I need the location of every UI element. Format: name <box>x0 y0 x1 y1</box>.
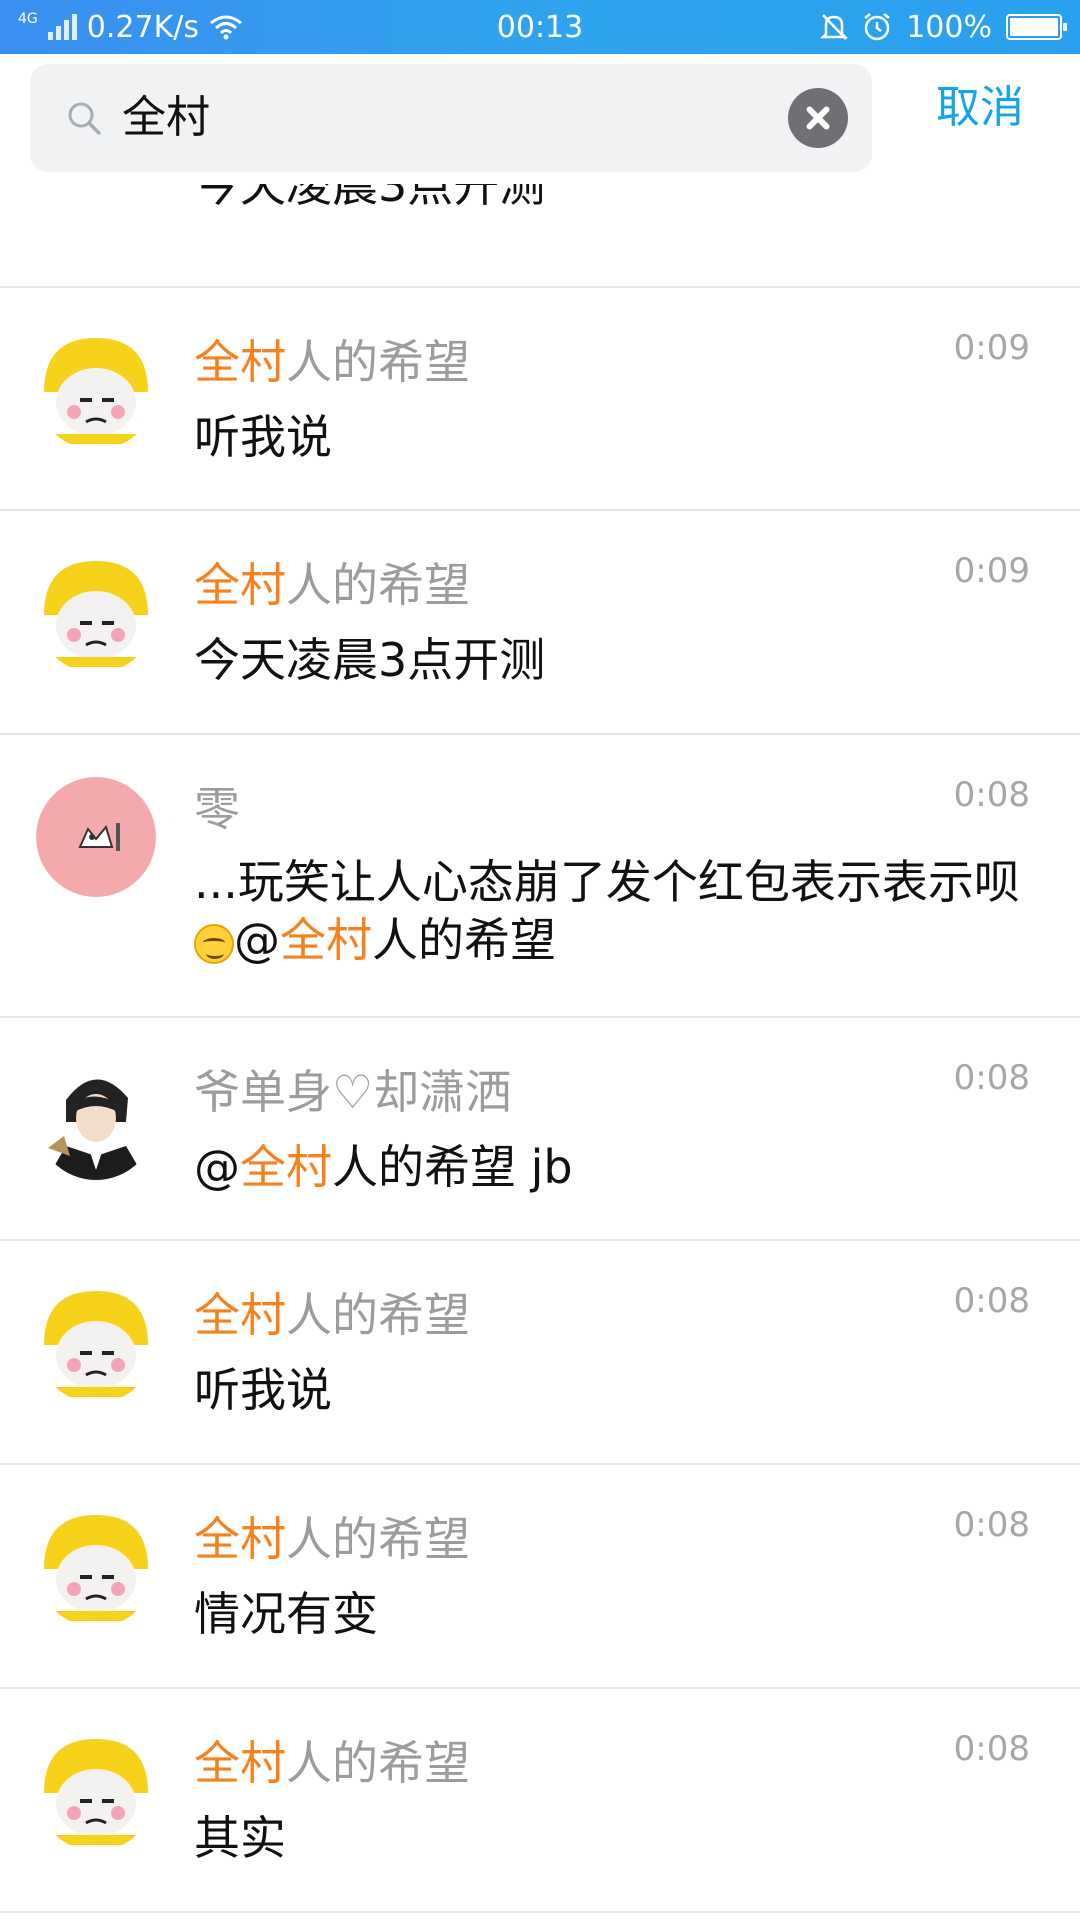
message-part: ...玩笑让人心态崩了发个红包表示表示呗 <box>194 855 1020 909</box>
helmet-meme-avatar <box>36 1507 156 1627</box>
alarm-icon <box>864 13 890 41</box>
message-text: 情况有变 <box>194 1587 378 1641</box>
message-highlight: 全村 <box>240 1140 332 1194</box>
contact-name: 爷单身♡却潇洒 <box>194 1065 512 1119</box>
battery-level <box>1010 18 1058 36</box>
message-text: 今天凌晨3点开测 <box>194 633 546 687</box>
result-row[interactable]: 全村人的希望 0:08 情况有变 <box>0 1465 1080 1689</box>
helmet-meme-avatar <box>36 553 156 673</box>
wifi-icon <box>210 15 242 40</box>
result-row[interactable]: 全村人的希望 0:09 今天凌晨3点开测 <box>0 511 1080 735</box>
result-row[interactable]: 零 0:08 ...玩笑让人心态崩了发个红包表示表示呗@全村人的希望 <box>0 735 1080 1018</box>
name-rest: 人的希望 <box>286 1512 470 1566</box>
network-type: 4G <box>18 11 38 27</box>
message-text: 听我说 <box>194 1363 332 1417</box>
message-time: 0:08 <box>953 1281 1030 1321</box>
name-rest: 人的希望 <box>286 335 470 389</box>
contact-name: 全村人的希望 <box>194 1503 470 1569</box>
clear-icon[interactable] <box>788 88 848 148</box>
battery-percent: 100% <box>906 9 992 45</box>
smirk-emoji-icon <box>194 924 234 964</box>
search-icon <box>68 102 101 135</box>
name-rest: 人的希望 <box>286 1736 470 1790</box>
message-rest: 人的希望 <box>372 913 556 967</box>
contact-name: 全村人的希望 <box>194 326 470 392</box>
status-right: 100% <box>642 9 1067 45</box>
name-highlight: 全村 <box>194 1736 286 1790</box>
name-highlight: 全村 <box>194 1512 286 1566</box>
helmet-meme-avatar <box>36 330 156 450</box>
search-header: 取消 <box>0 54 1080 184</box>
mute-bell-icon <box>820 14 849 40</box>
contact-name: 全村人的希望 <box>194 1279 470 1345</box>
message-highlight: 全村 <box>280 913 372 967</box>
cancel-button[interactable]: 取消 <box>936 78 1024 138</box>
name-highlight: 全村 <box>194 1288 286 1342</box>
name-highlight: 全村 <box>194 335 286 389</box>
result-row[interactable]: 全村人的希望 0:09 听我说 <box>0 288 1080 511</box>
helmet-meme-avatar <box>36 1283 156 1403</box>
search-results: 今天凌晨3点开测 全村人的希望 0:09 听我说 全村人的希望 0:09 今天凌… <box>0 60 1080 1913</box>
mention-at: @ <box>234 913 280 967</box>
message-text: 听我说 <box>194 410 332 464</box>
message-text: @全村人的希望 jb <box>194 1138 1034 1196</box>
message-time: 0:09 <box>953 551 1030 591</box>
name-rest: 人的希望 <box>286 558 470 612</box>
message-text: ...玩笑让人心态崩了发个红包表示表示呗@全村人的希望 <box>194 853 1034 969</box>
signal-icon <box>47 14 77 40</box>
result-row[interactable]: 全村人的希望 0:08 其实 <box>0 1689 1080 1913</box>
name-rest: 人的希望 <box>286 1288 470 1342</box>
status-bar: 4G 0.27K/s 00:13 100% <box>0 0 1080 54</box>
network-speed: 0.27K/s <box>86 9 199 45</box>
anime-man-avatar <box>36 1060 156 1180</box>
message-time: 0:09 <box>953 328 1030 368</box>
search-box[interactable] <box>30 64 872 172</box>
battery-icon <box>1006 14 1067 40</box>
search-input[interactable] <box>122 64 782 172</box>
message-rest: 人的希望 jb <box>332 1140 573 1194</box>
helmet-meme-avatar <box>36 1731 156 1851</box>
message-text: 其实 <box>194 1811 286 1865</box>
pink-cartoon-avatar <box>36 777 156 897</box>
contact-name: 全村人的希望 <box>194 549 470 615</box>
mention-at: @ <box>194 1140 240 1194</box>
result-row[interactable]: 爷单身♡却潇洒 0:08 @全村人的希望 jb <box>0 1018 1080 1241</box>
message-time: 0:08 <box>953 1058 1030 1098</box>
contact-name: 全村人的希望 <box>194 1727 470 1793</box>
name-highlight: 全村 <box>194 558 286 612</box>
status-time: 00:13 <box>496 9 584 45</box>
message-time: 0:08 <box>953 1729 1030 1769</box>
message-time: 0:08 <box>953 775 1030 815</box>
message-time: 0:08 <box>953 1505 1030 1545</box>
contact-name: 零 <box>194 782 240 836</box>
result-row[interactable]: 全村人的希望 0:08 听我说 <box>0 1241 1080 1465</box>
status-left: 4G 0.27K/s <box>18 10 438 45</box>
